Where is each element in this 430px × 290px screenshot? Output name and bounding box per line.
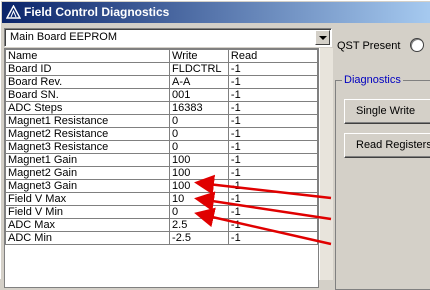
read-registers-button[interactable]: Read Registers bbox=[344, 133, 430, 158]
qst-present-indicator[interactable] bbox=[410, 38, 424, 52]
cell-write[interactable]: -2.5 bbox=[169, 231, 229, 245]
diagnostics-window: Field Control Diagnostics Main Board EEP… bbox=[0, 0, 430, 290]
cell-read: -1 bbox=[227, 205, 318, 219]
cell-write[interactable]: 0 bbox=[169, 140, 229, 154]
cell-read: -1 bbox=[227, 114, 318, 128]
table-row[interactable]: ADC Max 2.5 -1 bbox=[5, 218, 318, 232]
cell-read: -1 bbox=[227, 101, 318, 115]
cell-write[interactable]: 100 bbox=[169, 153, 229, 167]
cell-write[interactable]: 0 bbox=[169, 205, 229, 219]
cell-write[interactable]: FLDCTRL bbox=[169, 62, 229, 76]
cell-read: -1 bbox=[227, 153, 318, 167]
title-bar: Field Control Diagnostics bbox=[2, 2, 430, 23]
cell-name: Magnet3 Resistance bbox=[5, 140, 171, 154]
table-row[interactable]: Magnet1 Resistance 0 -1 bbox=[5, 114, 318, 128]
cell-read: -1 bbox=[227, 218, 318, 232]
table-row[interactable]: Board Rev. A-A -1 bbox=[5, 75, 318, 89]
chevron-down-icon bbox=[319, 36, 327, 40]
cell-write[interactable]: 100 bbox=[169, 179, 229, 193]
column-header-name[interactable]: Name bbox=[5, 49, 171, 63]
cell-name: Magnet2 Resistance bbox=[5, 127, 171, 141]
cell-name: Board Rev. bbox=[5, 75, 171, 89]
table-row[interactable]: Field V Max 10 -1 bbox=[5, 192, 318, 206]
column-header-write[interactable]: Write bbox=[169, 49, 229, 63]
cell-write[interactable]: 16383 bbox=[169, 101, 229, 115]
cell-write[interactable]: 2.5 bbox=[169, 218, 229, 232]
cell-name: Board SN. bbox=[5, 88, 171, 102]
cell-write[interactable]: 10 bbox=[169, 192, 229, 206]
cell-name: Magnet2 Gain bbox=[5, 166, 171, 180]
cell-read: -1 bbox=[227, 140, 318, 154]
cell-name: Magnet3 Gain bbox=[5, 179, 171, 193]
vertical-scrollbar[interactable] bbox=[319, 48, 333, 280]
cell-name: Field V Max bbox=[5, 192, 171, 206]
cell-read: -1 bbox=[227, 88, 318, 102]
cell-name: Magnet1 Gain bbox=[5, 153, 171, 167]
dropdown-button[interactable] bbox=[315, 30, 330, 45]
table-row[interactable]: Magnet3 Resistance 0 -1 bbox=[5, 140, 318, 154]
cell-read: -1 bbox=[227, 75, 318, 89]
window-title: Field Control Diagnostics bbox=[24, 5, 170, 19]
table-row[interactable]: Field V Min 0 -1 bbox=[5, 205, 318, 219]
eeprom-selector[interactable]: Main Board EEPROM bbox=[4, 28, 332, 47]
cell-name: Field V Min bbox=[5, 205, 171, 219]
single-write-button[interactable]: Single Write bbox=[344, 99, 430, 124]
cell-name: Board ID bbox=[5, 62, 171, 76]
diagnostics-group-label: Diagnostics bbox=[342, 74, 403, 86]
cell-read: -1 bbox=[227, 231, 318, 245]
cell-read: -1 bbox=[227, 192, 318, 206]
table-row[interactable]: ADC Steps 16383 -1 bbox=[5, 101, 318, 115]
cell-name: Magnet1 Resistance bbox=[5, 114, 171, 128]
cell-name: ADC Max bbox=[5, 218, 171, 232]
cell-read: -1 bbox=[227, 166, 318, 180]
cell-write[interactable]: 0 bbox=[169, 114, 229, 128]
register-grid[interactable]: Name Write Read Board ID FLDCTRL -1 Board R… bbox=[4, 48, 319, 288]
cell-read: -1 bbox=[227, 179, 318, 193]
cell-read: -1 bbox=[227, 62, 318, 76]
table-row[interactable]: Magnet2 Resistance 0 -1 bbox=[5, 127, 318, 141]
table-row[interactable]: Board SN. 001 -1 bbox=[5, 88, 318, 102]
warning-triangle-icon bbox=[6, 5, 21, 19]
register-table: Name Write Read Board ID FLDCTRL -1 Board R… bbox=[5, 49, 318, 245]
cell-write[interactable]: 100 bbox=[169, 166, 229, 180]
qst-present-label: QST Present bbox=[337, 40, 401, 52]
header-row: Name Write Read bbox=[5, 49, 318, 63]
cell-write[interactable]: 001 bbox=[169, 88, 229, 102]
column-header-read[interactable]: Read bbox=[227, 49, 318, 63]
table-row[interactable]: ADC Min -2.5 -1 bbox=[5, 231, 318, 245]
cell-name: ADC Min bbox=[5, 231, 171, 245]
table-row[interactable]: Magnet1 Gain 100 -1 bbox=[5, 153, 318, 167]
table-row[interactable]: Magnet3 Gain 100 -1 bbox=[5, 179, 318, 193]
cell-read: -1 bbox=[227, 127, 318, 141]
cell-name: ADC Steps bbox=[5, 101, 171, 115]
cell-write[interactable]: A-A bbox=[169, 75, 229, 89]
table-row[interactable]: Board ID FLDCTRL -1 bbox=[5, 62, 318, 76]
eeprom-selector-value: Main Board EEPROM bbox=[10, 31, 117, 43]
cell-write[interactable]: 0 bbox=[169, 127, 229, 141]
table-row[interactable]: Magnet2 Gain 100 -1 bbox=[5, 166, 318, 180]
